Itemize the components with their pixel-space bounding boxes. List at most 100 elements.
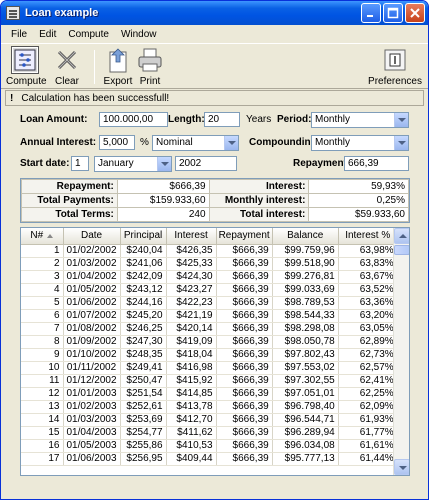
table-cell: 01/11/2002 (63, 361, 121, 375)
period-select[interactable]: Monthly (311, 112, 409, 128)
grid-header: N# Date Principal Interest Repayment Balance I… (21, 228, 398, 245)
table-cell: $99.276,81 (272, 270, 339, 284)
table-cell: 9 (21, 348, 64, 362)
table-cell: 01/03/2002 (63, 257, 121, 271)
table-cell: $250,47 (120, 374, 167, 388)
amortization-grid[interactable]: N# Date Principal Interest Repayment Balance I… (20, 227, 410, 476)
repayment-input[interactable]: 666,39 (344, 156, 409, 171)
table-row[interactable]: 12 01/01/2003 $251,54 $414,85 $666,39 $97.051… (21, 387, 398, 401)
close-button[interactable] (405, 3, 425, 23)
table-cell: $418,04 (166, 348, 217, 362)
table-row[interactable]: 16 01/05/2003 $255,86 $410,53 $666,39 $96.034… (21, 439, 398, 453)
table-row[interactable]: 1 01/02/2002 $240,04 $426,35 $666,39 $99.759,… (21, 244, 398, 258)
table-cell: $248,35 (120, 348, 167, 362)
minimize-button[interactable] (361, 3, 381, 23)
print-label: Print (139, 76, 161, 87)
table-cell: 63,36% (338, 296, 398, 310)
column-header[interactable]: N# (21, 228, 64, 245)
scroll-up-button[interactable] (394, 228, 409, 244)
table-row[interactable]: 2 01/03/2002 $241,06 $425,33 $666,39 $99.518,… (21, 257, 398, 271)
interest-type-select[interactable]: Nominal (152, 135, 239, 151)
table-row[interactable]: 15 01/04/2003 $254,77 $411,62 $666,39 $96.289… (21, 426, 398, 440)
table-cell: 01/06/2002 (63, 296, 121, 310)
table-row[interactable]: 8 01/09/2002 $247,30 $419,09 $666,39 $98.050,… (21, 335, 398, 349)
table-cell: $240,04 (120, 244, 167, 258)
table-cell: $666,39 (216, 244, 273, 258)
interest-input[interactable]: 5,000 (99, 135, 135, 150)
table-cell: $666,39 (216, 322, 273, 336)
table-row[interactable]: 7 01/08/2002 $246,25 $420,14 $666,39 $98.298,… (21, 322, 398, 336)
table-cell: $413,78 (166, 400, 217, 414)
summary-key: Total Terms: (21, 207, 118, 222)
maximize-button[interactable] (383, 3, 403, 23)
table-cell: 01/04/2002 (63, 270, 121, 284)
chevron-down-icon (394, 113, 408, 127)
column-header[interactable]: Balance (272, 228, 339, 245)
table-cell: $666,39 (216, 348, 273, 362)
start-date-label: Start date: (20, 158, 70, 169)
table-cell: $98.050,78 (272, 335, 339, 349)
printer-icon (136, 46, 164, 74)
start-month-select[interactable]: January (94, 156, 172, 172)
table-cell: $412,70 (166, 413, 217, 427)
table-cell: 63,20% (338, 309, 398, 323)
table-cell: $98.298,08 (272, 322, 339, 336)
table-row[interactable]: 14 01/03/2003 $253,69 $412,70 $666,39 $96.544… (21, 413, 398, 427)
table-row[interactable]: 6 01/07/2002 $245,20 $421,19 $666,39 $98.544,… (21, 309, 398, 323)
table-cell: $666,39 (216, 361, 273, 375)
table-cell: 13 (21, 400, 64, 414)
compute-button[interactable]: Compute (6, 46, 47, 87)
table-cell: 5 (21, 296, 64, 310)
column-header[interactable]: Repayment (216, 228, 273, 245)
menu-compute[interactable]: Compute (62, 29, 115, 40)
table-row[interactable]: 9 01/10/2002 $248,35 $418,04 $666,39 $97.802,… (21, 348, 398, 362)
column-header[interactable]: Principal (120, 228, 167, 245)
table-cell: $666,39 (216, 335, 273, 349)
table-cell: $241,06 (120, 257, 167, 271)
table-row[interactable]: 5 01/06/2002 $244,16 $422,23 $666,39 $98.789,… (21, 296, 398, 310)
compute-label: Compute (6, 76, 47, 87)
table-row[interactable]: 4 01/05/2002 $243,12 $423,27 $666,39 $99.033,… (21, 283, 398, 297)
table-cell: 11 (21, 374, 64, 388)
table-cell: $256,95 (120, 452, 167, 466)
summary-value: 0,25% (308, 193, 409, 208)
summary-value: $59.933,60 (308, 207, 409, 222)
status-bar: ! Calculation has been successfull! (5, 90, 424, 106)
table-cell: 7 (21, 322, 64, 336)
table-row[interactable]: 11 01/12/2002 $250,47 $415,92 $666,39 $97.302… (21, 374, 398, 388)
summary-value: 59,93% (308, 179, 409, 194)
vertical-scrollbar[interactable] (393, 228, 409, 475)
clear-button[interactable]: Clear (48, 46, 86, 87)
chevron-down-icon (394, 136, 408, 150)
column-header[interactable]: Interest (166, 228, 217, 245)
column-header[interactable]: Date (63, 228, 121, 245)
start-day-input[interactable]: 1 (71, 156, 89, 171)
menu-window[interactable]: Window (115, 29, 163, 40)
menu-edit[interactable]: Edit (33, 29, 62, 40)
column-header[interactable]: Interest % (338, 228, 398, 245)
print-button[interactable]: Print (131, 46, 169, 87)
start-year-input[interactable]: 2002 (175, 156, 237, 171)
compounding-select[interactable]: Monthly (311, 135, 409, 151)
table-row[interactable]: 3 01/04/2002 $242,09 $424,30 $666,39 $99.276,… (21, 270, 398, 284)
table-cell: $666,39 (216, 439, 273, 453)
title-bar[interactable]: Loan example (1, 1, 428, 25)
table-cell: $414,85 (166, 387, 217, 401)
summary-row: Total Terms: 240 Total interest: $59.933… (21, 207, 409, 222)
preferences-button[interactable]: Preferences (367, 46, 423, 87)
loan-amount-input[interactable]: 100.000,00 (99, 112, 168, 127)
table-row[interactable]: 13 01/02/2003 $252,61 $413,78 $666,39 $96.798… (21, 400, 398, 414)
scroll-down-button[interactable] (394, 459, 409, 475)
menu-file[interactable]: File (5, 29, 33, 40)
chevron-down-icon (224, 136, 238, 150)
table-row[interactable]: 10 01/11/2002 $249,41 $416,98 $666,39 $97.553… (21, 361, 398, 375)
table-cell: 01/05/2002 (63, 283, 121, 297)
table-row[interactable]: 17 01/06/2003 $256,95 $409,44 $666,39 $95.777… (21, 452, 398, 466)
table-cell: 61,93% (338, 413, 398, 427)
preferences-icon (381, 46, 409, 74)
period-value: Monthly (315, 114, 351, 125)
length-input[interactable]: 20 (204, 112, 240, 127)
table-cell: 63,67% (338, 270, 398, 284)
table-cell: 15 (21, 426, 64, 440)
scroll-thumb[interactable] (394, 245, 409, 255)
